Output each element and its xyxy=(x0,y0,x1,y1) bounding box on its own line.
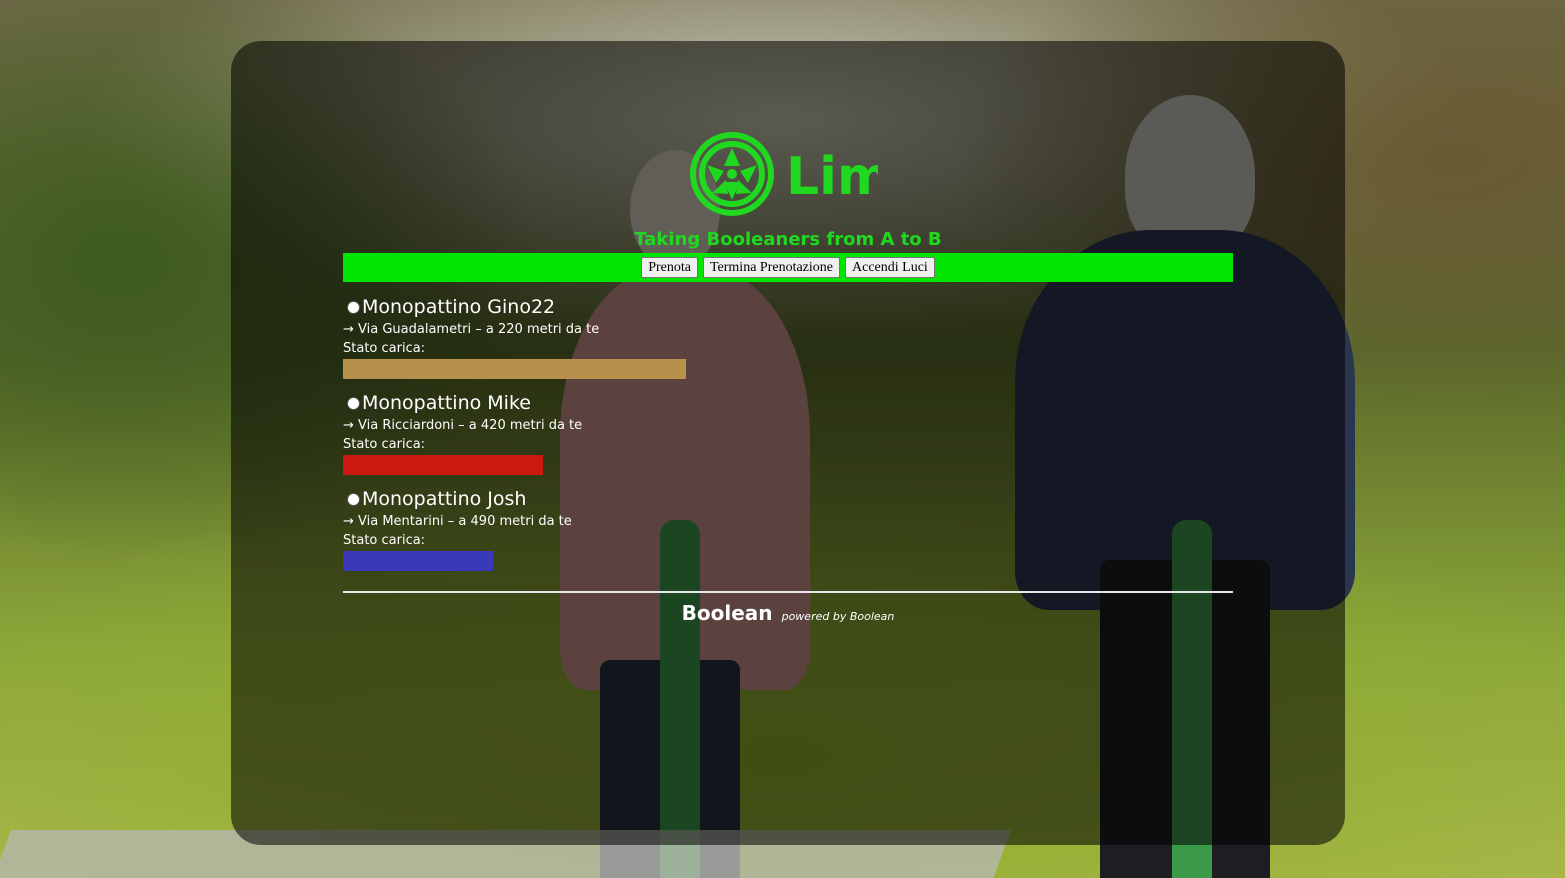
prenota-button[interactable]: Prenota xyxy=(641,257,698,278)
charge-label: Stato carica: xyxy=(343,341,426,356)
footer: Boolean powered by Boolean xyxy=(343,601,1233,625)
logo-text: Lim xyxy=(786,147,878,207)
charge-bar xyxy=(343,455,543,475)
divider xyxy=(343,591,1233,593)
scooter-radio-mike[interactable] xyxy=(347,396,360,410)
footer-powered: powered by Boolean xyxy=(781,610,895,623)
footer-brand: Boolean xyxy=(681,601,773,625)
charge-bar xyxy=(343,551,493,571)
charge-label: Stato carica: xyxy=(343,533,426,548)
toolbar: Prenota Termina Prenotazione Accendi Luc… xyxy=(343,253,1233,282)
scooter-radio-gino22[interactable] xyxy=(347,300,360,314)
scooter-name: Monopattino Josh xyxy=(362,488,527,510)
scooter-item-gino22: Monopattino Gino22 → Via Guadalametri – … xyxy=(343,295,1043,379)
scooter-radio-josh[interactable] xyxy=(347,492,360,506)
scooter-address: → Via Ricciardoni – a 420 metri da te xyxy=(343,418,583,433)
accendi-luci-button[interactable]: Accendi Luci xyxy=(845,257,935,278)
scooter-name: Monopattino Gino22 xyxy=(362,296,556,318)
lime-logo: Lim xyxy=(690,132,878,216)
scooter-item-mike: Monopattino Mike → Via Ricciardoni – a 4… xyxy=(343,391,1043,475)
scooter-item-josh: Monopattino Josh → Via Mentarini – a 490… xyxy=(343,487,1043,571)
scooter-address: → Via Guadalametri – a 220 metri da te xyxy=(343,322,600,337)
scooter-address: → Via Mentarini – a 490 metri da te xyxy=(343,514,572,529)
scooter-name: Monopattino Mike xyxy=(362,392,531,414)
termina-prenotazione-button[interactable]: Termina Prenotazione xyxy=(702,257,840,278)
tagline: Taking Booleaners from A to B xyxy=(634,229,942,250)
charge-label: Stato carica: xyxy=(343,437,426,452)
charge-bar xyxy=(343,359,686,379)
